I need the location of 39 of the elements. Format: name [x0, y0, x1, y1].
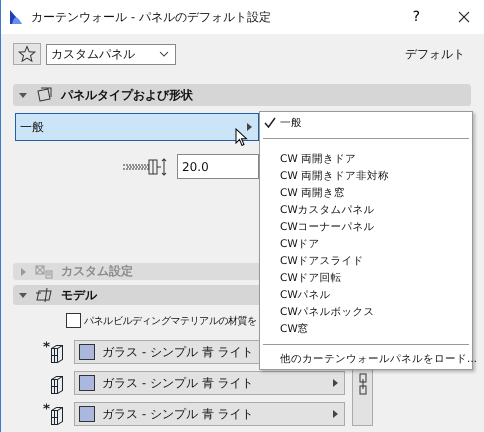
menu-item[interactable]: CW 両開きドア	[260, 151, 472, 168]
material-selector[interactable]: ガラス - シンプル 青 ライト	[74, 402, 345, 426]
window-title: カーテンウォール - パネルのデフォルト設定	[31, 8, 272, 26]
menu-item[interactable]: 一般	[260, 115, 472, 132]
menu-item[interactable]: CWパネル	[260, 287, 472, 304]
preset-dropdown[interactable]: カスタムパネル	[46, 44, 176, 64]
close-icon[interactable]	[458, 11, 470, 23]
menu-item[interactable]: CWドア	[260, 236, 472, 253]
section-header[interactable]: パネルタイプおよび形状	[13, 84, 471, 106]
pane-icon	[43, 341, 63, 363]
menu-item[interactable]: CW 両開き窓	[260, 185, 472, 202]
surface-icon	[35, 287, 53, 303]
menu-item[interactable]: CWコーナーパネル	[260, 219, 472, 236]
checkmark-icon	[264, 117, 276, 129]
triangle-icon	[19, 291, 27, 299]
chevron-down-icon	[159, 51, 169, 57]
menu-item[interactable]: CWカスタムパネル	[260, 202, 472, 219]
menu-item[interactable]: CW窓	[260, 321, 472, 338]
material-selector[interactable]: ガラス - シンプル 青 ライト	[74, 371, 345, 395]
default-label: デフォルト	[405, 46, 465, 62]
checkbox[interactable]	[66, 313, 81, 328]
triangle-icon	[19, 268, 27, 276]
triangle-icon	[333, 379, 338, 387]
app-icon	[9, 9, 23, 25]
triangle-icon	[19, 91, 27, 99]
menu-item[interactable]: CW 両開きドア非対称	[260, 168, 472, 185]
triangle-icon	[247, 123, 252, 131]
grid-icon	[35, 264, 53, 280]
panel-type-selector[interactable]: 一般	[15, 113, 259, 141]
mouse-cursor	[235, 128, 248, 147]
favorites-button[interactable]	[13, 43, 41, 65]
thickness-field[interactable]: 20.0	[177, 154, 259, 179]
triangle-icon	[333, 410, 338, 418]
chain-icon	[358, 373, 368, 395]
panel-icon	[35, 87, 53, 103]
help-button[interactable]: ?	[412, 9, 420, 25]
menu-item[interactable]: CWパネルボックス	[260, 304, 472, 321]
pane-icon	[43, 403, 63, 425]
checkbox-label: パネルビルディングマテリアルの材質を	[84, 314, 257, 328]
